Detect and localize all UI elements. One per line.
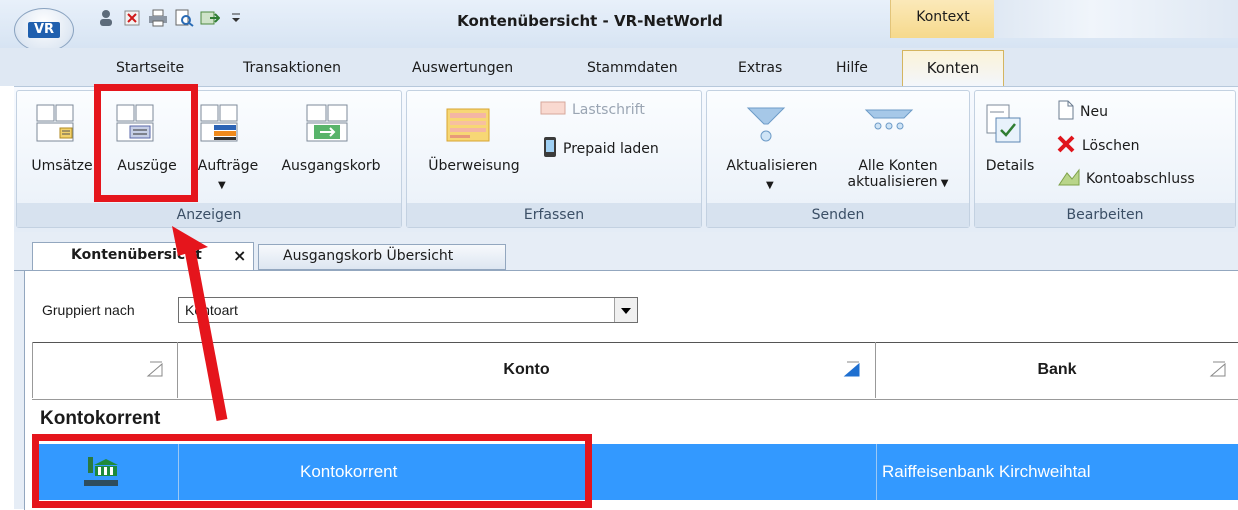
annotation-arrow [172,226,228,422]
